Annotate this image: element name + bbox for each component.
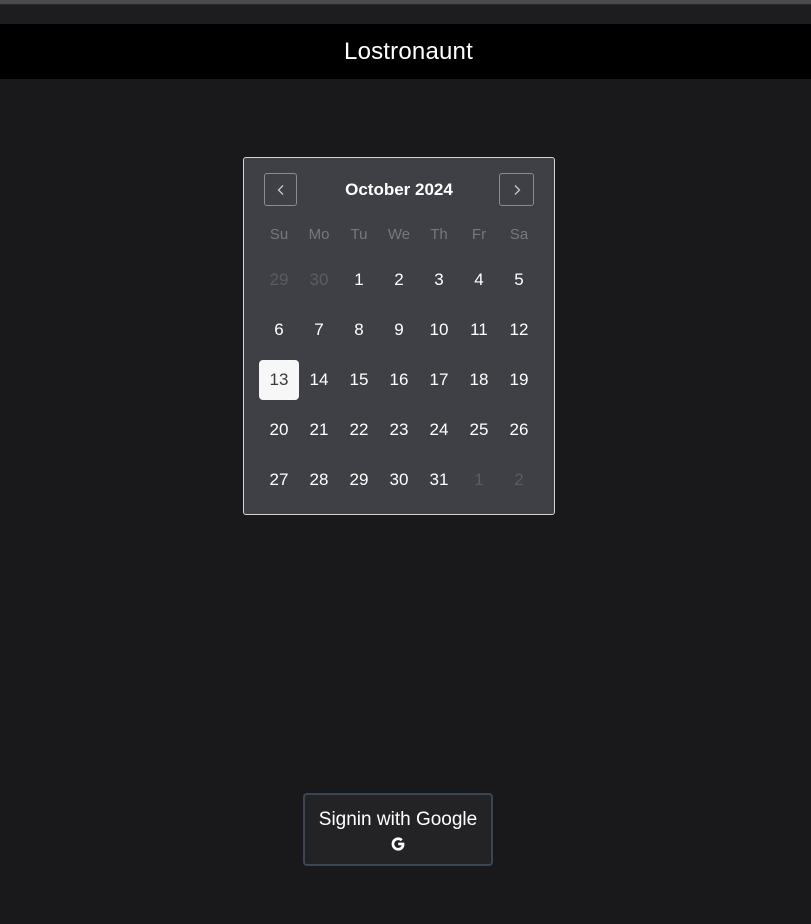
- calendar-day[interactable]: 21: [299, 410, 339, 450]
- calendar-day[interactable]: 25: [459, 410, 499, 450]
- calendar-day[interactable]: 6: [259, 310, 299, 350]
- calendar-day[interactable]: 17: [419, 360, 459, 400]
- calendar-day[interactable]: 18: [459, 360, 499, 400]
- weekday-label: Mo: [308, 226, 330, 243]
- calendar-week-row: 6 7 8 9 10 11 12: [259, 310, 539, 350]
- calendar-day-outside-month[interactable]: 30: [299, 260, 339, 300]
- calendar-day[interactable]: 22: [339, 410, 379, 450]
- calendar-week-row: 27 28 29 30 31 1 2: [259, 460, 539, 500]
- chevron-left-icon: [277, 184, 283, 195]
- prev-month-button[interactable]: [264, 173, 297, 206]
- calendar-day[interactable]: 8: [339, 310, 379, 350]
- calendar-week-row: 29 30 1 2 3 4 5: [259, 260, 539, 300]
- calendar-day-outside-month[interactable]: 1: [459, 460, 499, 500]
- calendar-day[interactable]: 7: [299, 310, 339, 350]
- next-month-button[interactable]: [499, 173, 534, 206]
- calendar-day[interactable]: 31: [419, 460, 459, 500]
- calendar-day[interactable]: 4: [459, 260, 499, 300]
- calendar-day[interactable]: 3: [419, 260, 459, 300]
- calendar-week-row: 20 21 22 23 24 25 26: [259, 410, 539, 450]
- app-header: Lostronaunt: [0, 24, 811, 79]
- calendar-day[interactable]: 23: [379, 410, 419, 450]
- weekday-label: Tu: [350, 226, 368, 243]
- calendar-day[interactable]: 10: [419, 310, 459, 350]
- calendar-day[interactable]: 28: [299, 460, 339, 500]
- window-top-strip: [0, 0, 811, 24]
- signin-google-label: Signin with Google: [318, 808, 478, 830]
- calendar-day-grid: 29 30 1 2 3 4 5 6 7 8 9 10 11 12 13 14 15 16 17 18 19 20 21 22 2…: [259, 260, 539, 510]
- calendar-day[interactable]: 12: [499, 310, 539, 350]
- calendar-week-row: 13 14 15 16 17 18 19: [259, 360, 539, 400]
- calendar-day[interactable]: 11: [459, 310, 499, 350]
- weekday-label: We: [387, 226, 411, 243]
- weekday-header-row: Su Mo Tu We Th Fr Sa: [259, 226, 539, 246]
- calendar-day[interactable]: 16: [379, 360, 419, 400]
- calendar-day[interactable]: 29: [339, 460, 379, 500]
- calendar-day[interactable]: 14: [299, 360, 339, 400]
- app-title: Lostronaunt: [344, 37, 473, 65]
- weekday-label: Th: [430, 226, 448, 243]
- calendar-day[interactable]: 5: [499, 260, 539, 300]
- calendar-day-outside-month[interactable]: 29: [259, 260, 299, 300]
- google-icon: [391, 836, 405, 851]
- calendar-day[interactable]: 1: [339, 260, 379, 300]
- calendar-day-today[interactable]: 13: [259, 360, 299, 400]
- weekday-label: Sa: [509, 226, 529, 243]
- weekday-label: Fr: [471, 226, 487, 243]
- calendar-day[interactable]: 24: [419, 410, 459, 450]
- calendar-day[interactable]: 2: [379, 260, 419, 300]
- calendar-day[interactable]: 19: [499, 360, 539, 400]
- calendar: October 2024 Su Mo Tu We Th Fr Sa 29 30 1 2…: [243, 157, 555, 515]
- calendar-day[interactable]: 20: [259, 410, 299, 450]
- signin-google-button[interactable]: Signin with Google: [303, 793, 493, 866]
- chevron-right-icon: [514, 184, 520, 195]
- calendar-day-outside-month[interactable]: 2: [499, 460, 539, 500]
- calendar-day[interactable]: 15: [339, 360, 379, 400]
- calendar-day[interactable]: 27: [259, 460, 299, 500]
- weekday-label: Su: [269, 226, 289, 243]
- month-label: October 2024: [345, 180, 453, 199]
- calendar-day[interactable]: 30: [379, 460, 419, 500]
- calendar-day[interactable]: 9: [379, 310, 419, 350]
- calendar-day[interactable]: 26: [499, 410, 539, 450]
